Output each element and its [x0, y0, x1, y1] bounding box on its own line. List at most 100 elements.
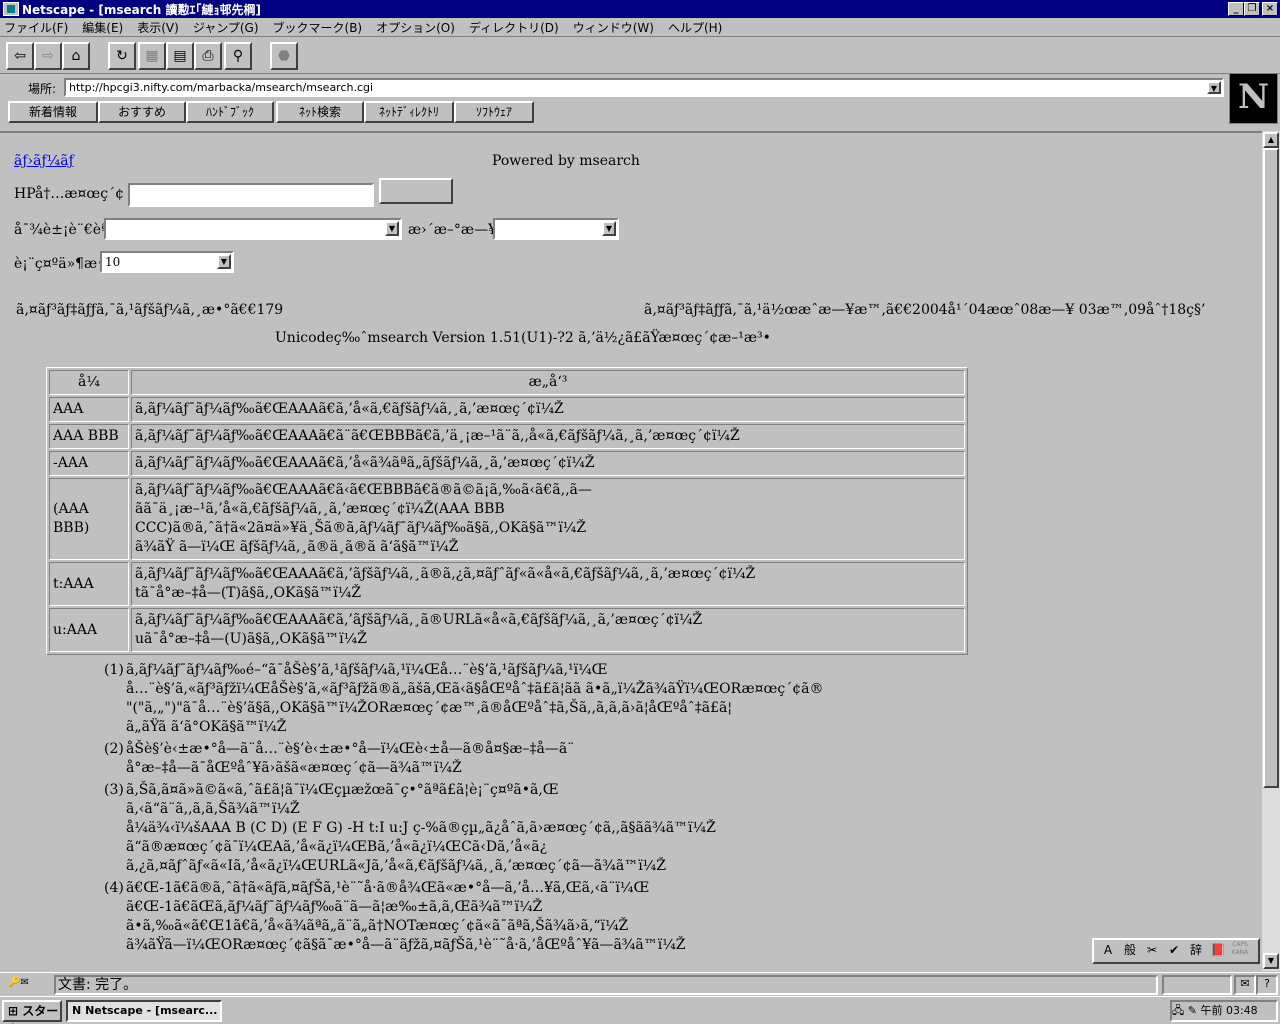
table-row: (AAA BBB) ã‚­ãƒ¼ãƒ¯ãƒ¼ãƒ‰ã€ŒAAAã€ã‹ã€ŒBB… — [49, 478, 965, 560]
menu-help[interactable]: ヘルプ(H) — [668, 19, 722, 36]
menu-window[interactable]: ウィンドウ(W) — [573, 19, 654, 36]
netscape-app-icon[interactable] — [3, 2, 19, 16]
help-icon[interactable]: ? — [1256, 975, 1278, 995]
reload-icon[interactable]: ↻ — [108, 42, 136, 70]
print-icon[interactable]: ⎙ — [194, 42, 222, 70]
security-key-icon: 🔑✉ — [8, 977, 29, 988]
note-line: "("ã‚„")"ã¯å…¨è§’ã§ã‚‚OKã§ã™ï¼ŽORæ¤œç´¢æ… — [126, 700, 733, 716]
navigation-toolbar: ⇦ ⇨ ⌂ ↻ ▦ ▤ ⎙ ⚲ ⬣ — [0, 38, 1280, 74]
software-button[interactable]: ｿﾌﾄｳｪｱ — [454, 101, 534, 123]
count-label: è¡¨ç¤ºä»¶æ•° — [14, 256, 113, 272]
title-bar: Netscape - [msearch 讀懃ｴ｢縺ｮ邨先棡] _ ❐ × — [0, 0, 1280, 18]
table-header: æ„å‘³ — [131, 370, 965, 395]
ime-cut-icon[interactable]: ✂ — [1142, 941, 1162, 961]
open-icon[interactable]: ▤ — [166, 42, 194, 70]
table-cell-key: (AAA BBB) — [49, 478, 129, 560]
stop-icon[interactable]: ⬣ — [270, 42, 298, 70]
cell-line: ã¾ãŸ ã—ï¼Œ ãƒšãƒ¼ã‚¸ã®ä¸­ã®ã ã‘ã§ã™ï¼Ž — [135, 539, 459, 555]
images-icon[interactable]: ▦ — [138, 42, 166, 70]
index-page-count: ã‚¤ãƒ³ãƒ‡ãƒƒã‚¯ã‚¹ãƒšãƒ¼ã‚¸æ•°ã€€179 — [16, 302, 284, 318]
network-icon[interactable]: 🖧 — [1172, 1004, 1184, 1017]
table-cell-key: t:AAA — [49, 562, 129, 606]
ime-toolbar: A 般 ✂ ✔ 辞 📕 CAPS KANA — [1092, 938, 1260, 964]
chevron-down-icon[interactable]: ▼ — [217, 254, 231, 269]
language-select[interactable]: ▼ — [104, 218, 402, 240]
note-number: (3) — [104, 782, 124, 798]
menu-view[interactable]: 表示(V) — [137, 19, 179, 36]
note-line: å¼ä¾‹ï¼šAAA B (C D) (E F G) -H t:I u:J ç… — [126, 820, 716, 836]
whats-new-button[interactable]: 新着情報 — [8, 101, 98, 123]
vertical-scrollbar[interactable]: ▲ ▼ — [1262, 131, 1280, 971]
table-cell-meaning: ã‚­ãƒ¼ãƒ¯ãƒ¼ãƒ‰ã€ŒAAAã€ã‹ã€ŒBBBã€ã®ã©ã¡ã… — [131, 478, 965, 560]
menu-options[interactable]: オプション(O) — [376, 19, 455, 36]
ime-general-icon[interactable]: 般 — [1120, 941, 1140, 961]
note-line: ã„ãŸã ã‘ã°OKã§ã™ï¼Ž — [126, 719, 287, 735]
table-cell-meaning: ã‚­ãƒ¼ãƒ¯ãƒ¼ãƒ‰ã€ŒAAAã€ã‚’ãƒšãƒ¼ã‚¸ã®ã‚¿… — [131, 562, 965, 606]
scroll-up-icon[interactable]: ▲ — [1263, 132, 1279, 148]
chevron-down-icon[interactable]: ▼ — [602, 221, 616, 236]
cell-line: ã‚­ãƒ¼ãƒ¯ãƒ¼ãƒ‰ã€ŒAAAã€ã‚’ãƒšãƒ¼ã‚¸ã®URL… — [135, 612, 703, 628]
page-content: ãƒ›ãƒ¼ãƒ Powered by msearch HPå†…æ¤œç´¢ … — [0, 131, 1262, 971]
home-icon[interactable]: ⌂ — [62, 42, 90, 70]
list-item: (4) ã€Œ-1ã€ã®ã‚ˆã†ã«ãƒã‚¤ãƒŠã‚¹è¨˜å·ã®å¾Œ… — [104, 879, 934, 955]
scroll-down-icon[interactable]: ▼ — [1263, 953, 1279, 969]
windows-logo-icon: ⊞ — [8, 1004, 19, 1018]
menu-file[interactable]: ファイル(F) — [4, 19, 68, 36]
powered-by-text: Powered by msearch — [492, 153, 640, 169]
ime-check-icon[interactable]: ✔ — [1164, 941, 1184, 961]
maximize-button[interactable]: ❐ — [1244, 2, 1260, 16]
table-header: å¼ — [49, 370, 129, 395]
note-line: åŠè§’è‹±æ•°å­—ã¨å…¨è§’è‹±æ•°å­—ï¼Œè‹±å­—… — [126, 741, 575, 757]
table-row: u:AAA ã‚­ãƒ¼ãƒ¯ãƒ¼ãƒ‰ã€ŒAAAã€ã‚’ãƒšãƒ¼ã‚… — [49, 608, 965, 652]
menu-bookmarks[interactable]: ブックマーク(B) — [273, 19, 363, 36]
taskbar-netscape-button[interactable]: N Netscape - [msearc... — [66, 1000, 222, 1022]
handbook-button[interactable]: ﾊﾝﾄﾞﾌﾞｯｸ — [186, 101, 274, 123]
note-line: ã‚Šã‚ã¤ã»ã©ã«ã‚ˆã£ã¦ã¯ï¼Œçµæžœã¯ç•°ãªã£ã… — [126, 782, 559, 798]
chevron-down-icon[interactable]: ▼ — [1207, 81, 1221, 94]
search-input[interactable] — [128, 183, 374, 207]
ime-dictionary-icon[interactable]: 辞 — [1186, 941, 1206, 961]
menu-go[interactable]: ジャンプ(G) — [193, 19, 259, 36]
menu-directory[interactable]: ディレクトリ(D) — [469, 19, 559, 36]
cell-line: ã‚­ãƒ¼ãƒ¯ãƒ¼ãƒ‰ã€ŒAAAã€ã‹ã€ŒBBBã€ã®ã©ã¡ã… — [135, 482, 592, 498]
net-search-button[interactable]: ﾈｯﾄ検索 — [276, 101, 364, 123]
home-link[interactable]: ãƒ›ãƒ¼ãƒ — [14, 153, 74, 169]
netscape-logo[interactable]: N — [1229, 73, 1278, 124]
back-icon[interactable]: ⇦ — [6, 42, 34, 70]
count-select[interactable]: 10 ▼ — [100, 251, 234, 273]
forward-icon[interactable]: ⇨ — [34, 42, 62, 70]
find-icon[interactable]: ⚲ — [224, 42, 252, 70]
chevron-down-icon[interactable]: ▼ — [385, 221, 399, 236]
note-line: ã•ã‚‰ã«ã€Œ1ã€ã‚’å«ã¾ãªã„ã¨ã„ã†NOTæ¤œç´¢ã… — [126, 918, 629, 934]
cell-line: CCC)ã®ã‚ˆã†ã«2ã¤ä»¥ä¸Šã®ã‚­ãƒ¼ãƒ¯ãƒ¼ãƒ‰ã… — [135, 520, 587, 536]
ime-alpha-icon[interactable]: A — [1098, 941, 1118, 961]
table-cell-key: -AAA — [49, 451, 129, 476]
search-button[interactable] — [379, 178, 453, 204]
cell-line: tã¯å°æ–‡å­—(T)ã§ã‚‚OKã§ã™ï¼Ž — [135, 585, 362, 601]
scroll-thumb[interactable] — [1263, 148, 1279, 788]
note-line: ã‚‹ã“ã¨ã‚‚ã‚ã‚Šã¾ã™ï¼Ž — [126, 801, 300, 817]
minimize-button[interactable]: _ — [1228, 2, 1244, 16]
system-tray: 🖧 ✎ 午前 03:48 — [1170, 1000, 1278, 1022]
whats-cool-button[interactable]: おすすめ — [98, 101, 186, 123]
status-bar: 🔑✉ 文書: 完了。 ✉ ? — [0, 972, 1280, 996]
cell-line: ã‚­ãƒ¼ãƒ¯ãƒ¼ãƒ‰ã€ŒAAAã€ã‚’ãƒšãƒ¼ã‚¸ã®ã‚¿… — [135, 566, 756, 582]
table-cell-key: u:AAA — [49, 608, 129, 652]
net-directory-button[interactable]: ﾈｯﾄﾃﾞｨﾚｸﾄﾘ — [364, 101, 454, 123]
ime-book-icon[interactable]: 📕 — [1208, 941, 1228, 961]
mail-icon[interactable]: ✉ — [1234, 975, 1256, 995]
note-line: ã¾ãŸã—ï¼ŒORæ¤œç´¢ã§ã¯æ•°å­—ã¨ãƒžã‚¤ãƒŠã‚… — [126, 937, 686, 953]
url-field[interactable]: http://hpcgi3.nifty.com/marbacka/msearch… — [64, 78, 1224, 97]
location-label: 場所: — [28, 82, 57, 96]
start-button[interactable]: ⊞ スタート — [2, 1000, 62, 1024]
close-button[interactable]: × — [1262, 2, 1278, 16]
menu-edit[interactable]: 編集(E) — [82, 19, 123, 36]
date-select[interactable]: ▼ — [493, 218, 619, 240]
status-progress — [1162, 975, 1232, 995]
note-number: (1) — [104, 662, 124, 678]
pen-icon[interactable]: ✎ — [1188, 1004, 1197, 1017]
table-cell-key: AAA BBB — [49, 424, 129, 449]
table-cell-meaning: ã‚­ãƒ¼ãƒ¯ãƒ¼ãƒ‰ã€ŒAAAã€ã‚’å«ã‚€ãƒšãƒ¼ã‚¸… — [131, 397, 965, 422]
note-number: (4) — [104, 880, 124, 896]
note-line: ã‚¿ã‚¤ãƒˆãƒ«ã«Iã‚’å«ã¿ï¼ŒURLã«Jã‚’å«ã‚€ã… — [126, 858, 666, 874]
